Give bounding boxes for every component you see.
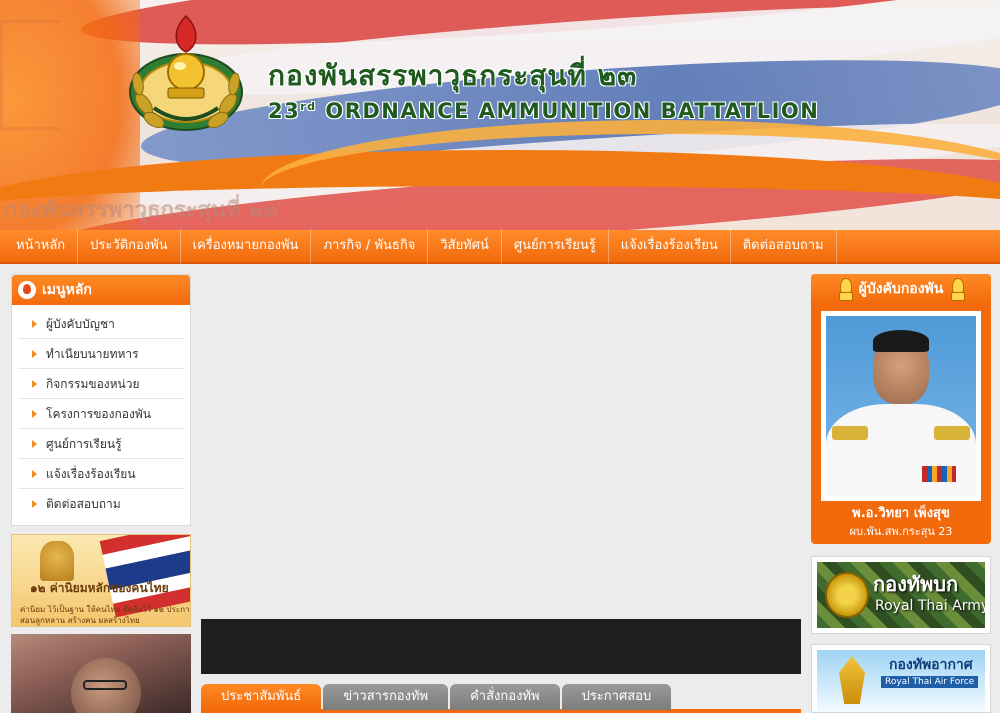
arrow-right-icon (32, 440, 37, 448)
emblem-icon (838, 278, 853, 301)
uniform (826, 404, 976, 496)
royal-figure-graphic (40, 541, 74, 581)
menu-item-label: ทำเนียบนายทหาร (46, 347, 139, 361)
medal-ribbon (922, 466, 956, 482)
tab-exam-announcements[interactable]: ประกาศสอบ (561, 684, 672, 710)
emblem-icon (951, 278, 966, 301)
main-menu-header: เมนูหลัก (12, 275, 190, 305)
values-banner-title: ๑๒ ค่านิยมหลักของคนไทย (30, 581, 169, 595)
main-content-area (201, 274, 801, 619)
nav-learning-center[interactable]: ศูนย์การเรียนรู้ (502, 229, 609, 263)
main-navigation: หน้าหลัก ประวัติกองพัน เครื่องหมายกองพัน… (0, 229, 1000, 264)
portrait-glasses (83, 680, 127, 690)
menu-item-projects[interactable]: โครงการของกองพัน (18, 399, 184, 429)
commander-photo[interactable] (826, 316, 976, 496)
commander-panel: ผู้บังคับกองพัน พ.อ.วิทยา เพ็งสุข ผบ.พัน… (811, 274, 991, 544)
tab-army-orders[interactable]: คำสั่งกองทัพ (450, 684, 560, 710)
news-tabs: ประชาสัมพันธ์ ข่าวสารกองทัพ คำสั่งกองทัพ… (201, 684, 801, 713)
ordnance-emblem-icon[interactable] (124, 12, 248, 136)
menu-item-label: แจ้งเรื่องร้องเรียน (46, 467, 136, 481)
arrow-right-icon (32, 350, 37, 358)
air-force-seal-icon (839, 656, 865, 704)
site-title-english: 23rd ORDNANCE AMMUNITION BATTATLION (268, 99, 819, 123)
main-menu-panel: เมนูหลัก ผู้บังคับบัญชา ทำเนียบนายทหาร ก… (11, 274, 191, 526)
army-banner: กองทัพบก Royal Thai Army (817, 562, 985, 628)
arrow-right-icon (32, 500, 37, 508)
nav-insignia[interactable]: เครื่องหมายกองพัน (181, 229, 312, 263)
main-menu-title: เมนูหลัก (42, 282, 92, 298)
nav-mission[interactable]: ภารกิจ / พันธกิจ (311, 229, 429, 263)
royal-thai-army-link[interactable]: กองทัพบก Royal Thai Army (811, 556, 991, 634)
emblem-icon (18, 281, 36, 299)
title-en-ordinal: rd (300, 100, 317, 113)
nav-history[interactable]: ประวัติกองพัน (78, 229, 181, 263)
menu-item-commanders[interactable]: ผู้บังคับบัญชา (18, 309, 184, 339)
commander-panel-title: ผู้บังคับกองพัน (858, 281, 944, 297)
menu-item-label: กิจกรรมของหน่วย (46, 377, 140, 391)
main-menu-list: ผู้บังคับบัญชา ทำเนียบนายทหาร กิจกรรมของ… (12, 305, 190, 519)
menu-item-officers[interactable]: ทำเนียบนายทหาร (18, 339, 184, 369)
menu-item-label: โครงการของกองพัน (46, 407, 151, 421)
air-force-title-thai: กองทัพอากาศ (889, 657, 973, 673)
arrow-right-icon (32, 470, 37, 478)
tab-public-relations[interactable]: ประชาสัมพันธ์ (201, 684, 322, 710)
menu-item-label: ติดต่อสอบถาม (46, 497, 121, 511)
title-en-text: ORDNANCE AMMUNITION BATTATLION (316, 99, 820, 123)
commander-position: ผบ.พัน.สพ.กระสุน 23 (849, 525, 953, 538)
army-title-english: Royal Thai Army (875, 598, 985, 614)
nav-vision[interactable]: วิสัยทัศน์ (428, 229, 502, 263)
menu-item-label: ผู้บังคับบัญชา (46, 317, 115, 331)
air-force-title-english: Royal Thai Air Force (881, 676, 979, 688)
royal-photo-banner[interactable] (11, 634, 191, 713)
title-en-number: 23 (268, 99, 301, 123)
menu-item-contact[interactable]: ติดต่อสอบถาม (18, 489, 184, 519)
epaulette-left (832, 426, 868, 440)
portrait-hair (873, 330, 929, 352)
arrow-right-icon (32, 410, 37, 418)
commander-caption: พ.อ.วิทยา เพ็งสุข ผบ.พัน.สพ.กระสุน 23 (821, 504, 981, 540)
menu-item-learning-center[interactable]: ศูนย์การเรียนรู้ (18, 429, 184, 459)
commander-photo-frame (821, 311, 981, 501)
site-title-thai: กองพันสรรพาวุธกระสุนที่ ๒๓ (268, 59, 638, 92)
menu-item-complaints[interactable]: แจ้งเรื่องร้องเรียน (18, 459, 184, 489)
thai-values-banner[interactable]: ๑๒ ค่านิยมหลักของคนไทย ค่านิยม ไว้เป็นฐา… (11, 534, 191, 627)
faded-building (0, 20, 60, 130)
nav-contact[interactable]: ติดต่อสอบถาม (731, 229, 837, 263)
values-banner-line2: สอนลูกหลาน สร้างคน ผลสร้างไทย (20, 616, 140, 625)
menu-item-label: ศูนย์การเรียนรู้ (46, 437, 122, 451)
menu-item-activities[interactable]: กิจกรรมของหน่วย (18, 369, 184, 399)
epaulette-right (934, 426, 970, 440)
commander-panel-header: ผู้บังคับกองพัน (811, 274, 991, 304)
army-title-thai: กองทัพบก (873, 572, 959, 596)
nav-complaints[interactable]: แจ้งเรื่องร้องเรียน (609, 229, 731, 263)
nav-home[interactable]: หน้าหลัก (4, 229, 79, 263)
royal-thai-air-force-link[interactable]: กองทัพอากาศ Royal Thai Air Force (811, 644, 991, 713)
arrow-right-icon (32, 320, 37, 328)
thai-flag-graphic (99, 535, 190, 618)
slideshow-caption-bar (201, 619, 801, 674)
tab-army-news[interactable]: ข่าวสารกองทัพ (323, 684, 449, 710)
army-seal-icon (825, 572, 869, 618)
air-force-banner: กองทัพอากาศ Royal Thai Air Force (817, 650, 985, 712)
site-header: กองพันสรรพาวุธกระสุนที่ ๒๓ กองพันสรรพาวุ… (0, 0, 1000, 230)
commander-name: พ.อ.วิทยา เพ็งสุข (852, 506, 950, 521)
arrow-right-icon (32, 380, 37, 388)
